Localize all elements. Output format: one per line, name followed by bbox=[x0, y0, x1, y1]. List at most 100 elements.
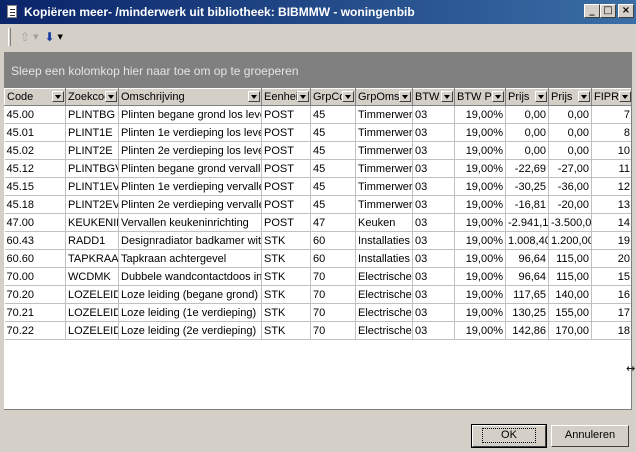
column-header[interactable]: Prijs bbox=[548, 88, 592, 106]
table-cell: 03 bbox=[412, 213, 455, 232]
table-cell: 03 bbox=[412, 141, 455, 160]
column-header[interactable]: GrpCode bbox=[310, 88, 356, 106]
table-cell: 140,00 bbox=[548, 285, 592, 304]
table-cell: 19,00% bbox=[454, 285, 506, 304]
move-up-button[interactable]: ⇧ ▼ bbox=[17, 28, 41, 46]
table-row[interactable]: 45.12 PLINTBGV Plinten begane grond verval… bbox=[4, 159, 631, 178]
table-cell: 47.00 bbox=[4, 213, 66, 232]
column-filter-dropdown-icon[interactable] bbox=[619, 91, 631, 102]
table-cell: 19,00% bbox=[454, 159, 506, 178]
table-row[interactable]: 45.02 PLINT2E Plinten 2e verdieping los le… bbox=[4, 141, 631, 160]
column-header[interactable]: Prijs bbox=[505, 88, 549, 106]
table-cell: 19,00% bbox=[454, 303, 506, 322]
column-header[interactable]: Omschrijving bbox=[118, 88, 262, 106]
column-header[interactable]: Eenheid bbox=[261, 88, 311, 106]
table-cell: -27,00 bbox=[548, 159, 592, 178]
column-filter-dropdown-icon[interactable] bbox=[399, 91, 411, 102]
move-down-button[interactable]: ⬇ ▼ bbox=[41, 28, 65, 46]
table-cell: 117,65 bbox=[505, 285, 549, 304]
maximize-button[interactable]: □ bbox=[600, 4, 616, 18]
table-cell: 45.01 bbox=[4, 123, 66, 142]
table-row[interactable]: 70.20LOZELEIDBGLoze leiding (begane gron… bbox=[4, 285, 631, 304]
table-cell: 45 bbox=[310, 177, 356, 196]
column-filter-dropdown-icon[interactable] bbox=[297, 91, 309, 102]
table-cell: 60 bbox=[310, 231, 356, 250]
table-cell: Loze leiding (1e verdieping) bbox=[118, 303, 262, 322]
table-cell: STK bbox=[261, 249, 311, 268]
table-cell: 60.43 bbox=[4, 231, 66, 250]
cancel-button[interactable]: Annuleren bbox=[551, 425, 629, 447]
table-cell: 70 bbox=[310, 267, 356, 286]
table-row[interactable]: 70.21LOZELEID1ELoze leiding (1e verdiepi… bbox=[4, 303, 631, 322]
column-filter-dropdown-icon[interactable] bbox=[492, 91, 504, 102]
column-filter-dropdown-icon[interactable] bbox=[105, 91, 117, 102]
table-cell: Electrische bbox=[355, 303, 413, 322]
table-cell: -16,81 bbox=[505, 195, 549, 214]
data-grid[interactable]: Code Zoekcode Omschrijving Eenheid GrpCode Gr… bbox=[4, 88, 632, 410]
table-cell: 19,00% bbox=[454, 195, 506, 214]
table-cell: 0,00 bbox=[505, 105, 549, 124]
column-filter-dropdown-icon[interactable] bbox=[578, 91, 590, 102]
column-header[interactable]: GrpOmschrijving bbox=[355, 88, 413, 106]
column-filter-dropdown-icon[interactable] bbox=[52, 91, 64, 102]
table-cell: 10 bbox=[591, 141, 631, 160]
table-cell: Electrische bbox=[355, 285, 413, 304]
group-by-panel[interactable]: Sleep een kolomkop hier naar toe om op t… bbox=[4, 52, 632, 88]
table-cell: PLINT1E bbox=[65, 123, 119, 142]
column-filter-dropdown-icon[interactable] bbox=[248, 91, 260, 102]
column-filter-dropdown-icon[interactable] bbox=[535, 91, 547, 102]
toolbar-grip[interactable] bbox=[8, 28, 11, 46]
table-cell: Timmerwerk bbox=[355, 123, 413, 142]
column-filter-dropdown-icon[interactable] bbox=[342, 91, 354, 102]
table-cell: Vervallen keukeninrichting bbox=[118, 213, 262, 232]
ok-button-label: OK bbox=[482, 428, 536, 443]
table-cell: Keuken bbox=[355, 213, 413, 232]
table-cell: Installaties bbox=[355, 231, 413, 250]
table-cell: PLINT1EV bbox=[65, 177, 119, 196]
column-filter-dropdown-icon[interactable] bbox=[441, 91, 453, 102]
table-row[interactable]: 45.00 PLINTBG Plinten begane grond los lev… bbox=[4, 105, 631, 124]
table-cell: Timmerwerk bbox=[355, 195, 413, 214]
table-row[interactable]: 45.15 PLINT1EV Plinten 1e verdieping verva… bbox=[4, 177, 631, 196]
column-header[interactable]: Code bbox=[4, 88, 66, 106]
table-cell: 45.00 bbox=[4, 105, 66, 124]
grid-header-row: Code Zoekcode Omschrijving Eenheid GrpCode Gr… bbox=[4, 88, 631, 106]
table-row[interactable]: 45.01 PLINT1E Plinten 1e verdieping los le… bbox=[4, 123, 631, 142]
grid-table: Code Zoekcode Omschrijving Eenheid GrpCode Gr… bbox=[4, 88, 631, 340]
table-cell: LOZELEID2E bbox=[65, 321, 119, 340]
table-cell: 45.12 bbox=[4, 159, 66, 178]
table-cell: TAPKRAAN bbox=[65, 249, 119, 268]
table-row[interactable]: 70.00WCDMKDubbele wandcontactdoos in met… bbox=[4, 267, 631, 286]
table-cell: 142,86 bbox=[505, 321, 549, 340]
ok-button[interactable]: OK bbox=[471, 424, 547, 448]
table-cell: 03 bbox=[412, 249, 455, 268]
table-row[interactable]: 45.18 PLINT2EV Plinten 2e verdieping verva… bbox=[4, 195, 631, 214]
table-row[interactable]: 60.43 RADD1 Designradiator badkamer wit STK… bbox=[4, 231, 631, 250]
column-header-label: Omschrijving bbox=[121, 91, 185, 103]
table-cell: 16 bbox=[591, 285, 631, 304]
table-cell: 70.00 bbox=[4, 267, 66, 286]
minimize-button[interactable]: _ bbox=[584, 4, 600, 18]
column-header[interactable]: FIPR bbox=[591, 88, 631, 106]
chevron-down-icon: ▼ bbox=[57, 33, 63, 41]
close-button[interactable]: × bbox=[618, 4, 634, 18]
table-cell: 96,64 bbox=[505, 267, 549, 286]
table-cell: Timmerwerk bbox=[355, 105, 413, 124]
table-row[interactable]: 70.22LOZELEID2ELoze leiding (2e verdiepi… bbox=[4, 321, 631, 340]
table-cell: STK bbox=[261, 303, 311, 322]
table-row[interactable]: 47.00KEUKENINRVervallen keukeninrichting… bbox=[4, 213, 631, 232]
column-header[interactable]: BTW Perc bbox=[454, 88, 506, 106]
table-cell: 1.008,40 bbox=[505, 231, 549, 250]
column-header[interactable]: BTW bbox=[412, 88, 455, 106]
column-header[interactable]: Zoekcode bbox=[65, 88, 119, 106]
table-cell: 115,00 bbox=[548, 267, 592, 286]
table-cell: 03 bbox=[412, 267, 455, 286]
table-cell: 13 bbox=[591, 195, 631, 214]
table-cell: Installaties bbox=[355, 249, 413, 268]
table-cell: 45.02 bbox=[4, 141, 66, 160]
table-cell: Plinten 1e verdieping vervallen bbox=[118, 177, 262, 196]
table-cell: 45 bbox=[310, 123, 356, 142]
table-cell: 155,00 bbox=[548, 303, 592, 322]
table-cell: 0,00 bbox=[505, 141, 549, 160]
table-row[interactable]: 60.60TAPKRAANTapkraan achtergevelSTK60In… bbox=[4, 249, 631, 268]
